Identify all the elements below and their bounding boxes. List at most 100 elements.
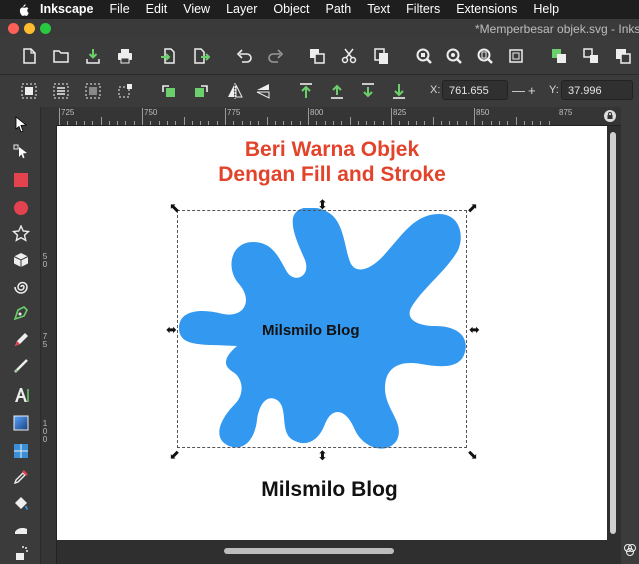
- ruler-tick: [548, 121, 550, 125]
- raise-icon[interactable]: [326, 80, 348, 102]
- 3d-box-tool-icon[interactable]: [11, 250, 31, 270]
- resize-handle-bottom-left[interactable]: ⬋: [169, 448, 180, 461]
- menu-help[interactable]: Help: [533, 0, 559, 19]
- pencil-tool-icon[interactable]: [11, 330, 31, 350]
- spray-tool-icon[interactable]: [11, 543, 31, 563]
- ruler-tick: [507, 121, 509, 125]
- window-titlebar: *Memperbesar objek.svg - Inksc: [0, 19, 639, 38]
- undo-icon[interactable]: [233, 45, 255, 67]
- flip-vertical-icon[interactable]: [252, 80, 274, 102]
- zoom-drawing-icon[interactable]: [443, 45, 465, 67]
- zoom-window-button[interactable]: [40, 23, 51, 34]
- ruler-tick: [233, 121, 235, 125]
- zoom-selection-icon[interactable]: [413, 45, 435, 67]
- drawing-canvas[interactable]: Beri Warna Objek Dengan Fill and Stroke …: [57, 126, 607, 540]
- menu-text[interactable]: Text: [367, 0, 390, 19]
- ruler-tick: [92, 121, 94, 125]
- close-window-button[interactable]: [8, 23, 19, 34]
- menu-app-name[interactable]: Inkscape: [40, 0, 94, 19]
- x-increment-button[interactable]: +: [528, 84, 536, 97]
- deselect-icon[interactable]: [114, 80, 136, 102]
- menu-extensions[interactable]: Extensions: [456, 0, 517, 19]
- redo-icon[interactable]: [265, 45, 287, 67]
- color-manage-icon[interactable]: [623, 543, 637, 557]
- lock-guides-icon[interactable]: [603, 109, 617, 123]
- lower-icon[interactable]: [357, 80, 379, 102]
- tool-controls-bar: X: 761.655 — + Y: 37.996: [0, 75, 639, 108]
- paint-bucket-tool-icon[interactable]: [11, 493, 31, 513]
- dropper-tool-icon[interactable]: [11, 467, 31, 487]
- horizontal-scrollbar[interactable]: [57, 540, 621, 564]
- menu-object[interactable]: Object: [273, 0, 309, 19]
- ruler-tick: [316, 121, 318, 125]
- menu-path[interactable]: Path: [326, 0, 352, 19]
- ungroup-icon[interactable]: [580, 45, 602, 67]
- export-icon[interactable]: [190, 45, 212, 67]
- spiral-tool-icon[interactable]: [11, 277, 31, 297]
- select-all-icon[interactable]: [18, 80, 40, 102]
- zoom-page-icon[interactable]: [474, 45, 496, 67]
- lower-to-bottom-icon[interactable]: [388, 80, 410, 102]
- node-tool-icon[interactable]: [11, 142, 31, 162]
- apple-icon[interactable]: [16, 3, 30, 17]
- resize-handle-bottom[interactable]: ⬍: [317, 449, 328, 462]
- star-tool-icon[interactable]: [11, 224, 31, 244]
- ruler-tick: [67, 121, 69, 125]
- heading-line-2[interactable]: Dengan Fill and Stroke: [57, 163, 607, 187]
- invert-selection-icon[interactable]: [82, 80, 104, 102]
- select-all-layers-icon[interactable]: [50, 80, 72, 102]
- duplicate-icon[interactable]: [306, 45, 328, 67]
- tweak-tool-icon[interactable]: [11, 519, 31, 539]
- horizontal-scroll-thumb[interactable]: [224, 548, 394, 554]
- ruler-tick: [200, 121, 202, 125]
- save-icon[interactable]: [82, 45, 104, 67]
- menu-filters[interactable]: Filters: [406, 0, 440, 19]
- pen-tool-icon[interactable]: [11, 303, 31, 323]
- minimize-window-button[interactable]: [24, 23, 35, 34]
- resize-handle-top-left[interactable]: ⬉: [169, 201, 180, 214]
- ellipse-tool-icon[interactable]: [11, 198, 31, 218]
- fill-stroke-icon[interactable]: [612, 45, 634, 67]
- raise-to-top-icon[interactable]: [295, 80, 317, 102]
- rectangle-tool-icon[interactable]: [11, 170, 31, 190]
- cut-icon[interactable]: [338, 45, 360, 67]
- ruler-label: 775: [227, 108, 241, 117]
- x-decrement-button[interactable]: —: [512, 84, 525, 97]
- rotate-cw-icon[interactable]: [190, 80, 212, 102]
- resize-handle-bottom-right[interactable]: ⬊: [467, 448, 478, 461]
- selector-tool-icon[interactable]: [11, 114, 31, 134]
- heading-line-1[interactable]: Beri Warna Objek: [57, 138, 607, 162]
- ruler-tick: [108, 121, 110, 125]
- menu-view[interactable]: View: [183, 0, 210, 19]
- vertical-scroll-thumb[interactable]: [610, 132, 616, 534]
- open-icon[interactable]: [50, 45, 72, 67]
- resize-handle-top-right[interactable]: ⬈: [467, 201, 478, 214]
- menu-edit[interactable]: Edit: [146, 0, 168, 19]
- x-coordinate-input[interactable]: 761.655: [442, 80, 508, 100]
- import-icon[interactable]: [158, 45, 180, 67]
- resize-handle-left[interactable]: ⬌: [166, 323, 177, 336]
- ruler-tick: [175, 121, 177, 125]
- ruler-tick: [424, 121, 426, 125]
- menu-layer[interactable]: Layer: [226, 0, 257, 19]
- print-icon[interactable]: [114, 45, 136, 67]
- vertical-scrollbar[interactable]: [607, 126, 621, 540]
- calligraphy-tool-icon[interactable]: [11, 356, 31, 376]
- zoom-page-width-icon[interactable]: [505, 45, 527, 67]
- flip-horizontal-icon[interactable]: [224, 80, 246, 102]
- ruler-tick: [457, 121, 459, 125]
- copy-icon[interactable]: [370, 45, 392, 67]
- caption-text[interactable]: Milsmilo Blog: [57, 478, 602, 502]
- text-tool-icon[interactable]: [11, 385, 31, 405]
- resize-handle-right[interactable]: ⬌: [469, 323, 480, 336]
- ruler-tick: [308, 108, 309, 125]
- rotate-ccw-icon[interactable]: [158, 80, 180, 102]
- ruler-tick: [540, 121, 542, 125]
- group-icon[interactable]: [548, 45, 570, 67]
- resize-handle-top[interactable]: ⬍: [317, 198, 328, 211]
- menu-file[interactable]: File: [110, 0, 130, 19]
- y-coordinate-input[interactable]: 37.996: [561, 80, 633, 100]
- gradient-tool-icon[interactable]: [11, 413, 31, 433]
- mesh-tool-icon[interactable]: [11, 441, 31, 461]
- new-document-icon[interactable]: [18, 45, 40, 67]
